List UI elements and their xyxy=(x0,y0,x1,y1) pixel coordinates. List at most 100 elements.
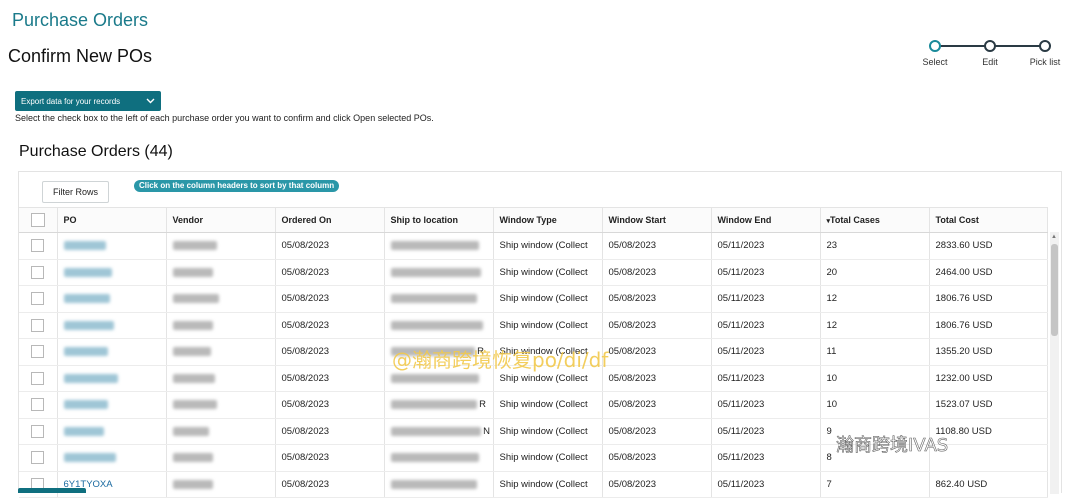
column-header-total-cost[interactable]: Total Cost xyxy=(929,207,1048,233)
redacted-vendor xyxy=(172,479,213,489)
po-cell xyxy=(57,232,167,260)
redacted-vendor xyxy=(172,320,213,330)
table-row: 05/08/2023 R Ship window (Collect 05/08/… xyxy=(19,391,1048,419)
filter-rows-button[interactable]: Filter Rows xyxy=(42,181,110,203)
redacted-vendor xyxy=(172,267,213,277)
window-start-cell: 05/08/2023 xyxy=(602,391,712,419)
row-select-cell xyxy=(19,418,58,445)
redacted-vendor xyxy=(172,373,215,383)
vendor-cell xyxy=(166,444,276,472)
step-dot-icon xyxy=(984,40,996,52)
scrollbar-thumb[interactable] xyxy=(1051,244,1058,336)
window-end-cell: 05/11/2023 xyxy=(711,365,821,392)
step-pick-list: Pick list xyxy=(1015,40,1075,67)
window-end-cell: 05/11/2023 xyxy=(711,444,821,472)
table-row: 6Y1TYOXA 05/08/2023 Ship window (Collect… xyxy=(19,471,1048,498)
column-header-po[interactable]: PO xyxy=(57,207,167,233)
vendor-cell xyxy=(166,285,276,313)
step-label: Pick list xyxy=(1029,57,1061,67)
window-start-cell: 05/08/2023 xyxy=(602,471,712,498)
total-cost-cell: 1806.76 USD xyxy=(929,285,1048,313)
ordered-on-cell: 05/08/2023 xyxy=(275,312,385,339)
redacted-vendor xyxy=(172,241,217,251)
step-dot-icon xyxy=(929,40,941,52)
window-start-cell: 05/08/2023 xyxy=(602,259,712,286)
section-title: Purchase Orders (44) xyxy=(19,143,173,160)
ship-to-cell xyxy=(384,444,494,472)
row-checkbox[interactable] xyxy=(31,451,45,465)
redacted-vendor xyxy=(172,400,217,410)
window-end-cell: 05/11/2023 xyxy=(711,338,821,366)
window-end-cell: 05/11/2023 xyxy=(711,471,821,498)
row-checkbox[interactable] xyxy=(31,398,45,412)
total-cases-cell: 12 xyxy=(820,312,930,339)
row-checkbox[interactable] xyxy=(31,265,45,279)
total-cost-cell: 2833.60 USD xyxy=(929,232,1048,260)
table-row: 05/08/2023 Ship window (Collect 05/08/20… xyxy=(19,259,1048,286)
action-button-partial[interactable] xyxy=(18,488,86,493)
window-end-cell: 05/11/2023 xyxy=(711,259,821,286)
po-cell xyxy=(57,338,167,366)
row-checkbox[interactable] xyxy=(31,318,45,332)
arrow-up-icon[interactable]: ▲ xyxy=(1051,234,1057,240)
window-start-cell: 05/08/2023 xyxy=(602,285,712,313)
step-label: Select xyxy=(922,57,948,67)
redacted-po xyxy=(63,400,108,410)
po-cell xyxy=(57,312,167,339)
row-checkbox[interactable] xyxy=(31,292,45,306)
window-type-cell: Ship window (Collect xyxy=(493,418,603,445)
vertical-scrollbar[interactable]: ▲ xyxy=(1050,232,1059,494)
redacted-vendor xyxy=(172,294,219,304)
ship-to-cell: N xyxy=(384,418,494,445)
column-header-total-cases[interactable]: ▾Total Cases xyxy=(820,207,930,233)
row-checkbox[interactable] xyxy=(31,371,45,385)
select-all-cell xyxy=(19,207,58,233)
redacted-vendor xyxy=(172,453,213,463)
vendor-cell xyxy=(166,259,276,286)
row-select-cell xyxy=(19,285,58,313)
total-cases-cell: 11 xyxy=(820,338,930,366)
row-checkbox[interactable] xyxy=(31,239,45,253)
ship-location-suffix: R xyxy=(479,399,487,411)
step-label: Edit xyxy=(982,57,998,67)
total-cases-cell: 10 xyxy=(820,365,930,392)
column-header-ship-to-location[interactable]: Ship to location xyxy=(384,207,494,233)
instructions-text: Select the check box to the left of each… xyxy=(15,113,434,123)
window-end-cell: 05/11/2023 xyxy=(711,418,821,445)
window-start-cell: 05/08/2023 xyxy=(602,418,712,445)
column-header-vendor[interactable]: Vendor xyxy=(166,207,276,233)
ship-to-cell xyxy=(384,232,494,260)
ship-to-cell xyxy=(384,471,494,498)
header-label: PO xyxy=(63,215,77,225)
total-cost-cell: 2464.00 USD xyxy=(929,259,1048,286)
total-cost-cell: 862.40 USD xyxy=(929,471,1048,498)
column-header-window-end[interactable]: Window End xyxy=(711,207,821,233)
header-label: Ordered On xyxy=(281,215,332,225)
po-cell xyxy=(57,444,167,472)
window-start-cell: 05/08/2023 xyxy=(602,338,712,366)
export-data-button[interactable]: Export data for your records xyxy=(15,91,161,111)
window-end-cell: 05/11/2023 xyxy=(711,391,821,419)
row-select-cell xyxy=(19,338,58,366)
page-title: Confirm New POs xyxy=(8,46,153,66)
window-type-cell: Ship window (Collect xyxy=(493,232,603,260)
window-start-cell: 05/08/2023 xyxy=(602,312,712,339)
select-all-checkbox[interactable] xyxy=(30,213,45,227)
ship-to-cell xyxy=(384,312,494,339)
watermark-text: @瀚商跨境恢复po/di/df xyxy=(392,348,609,372)
column-header-window-start[interactable]: Window Start xyxy=(602,207,712,233)
row-checkbox[interactable] xyxy=(31,345,45,359)
header-label: Window End xyxy=(717,215,772,225)
ordered-on-cell: 05/08/2023 xyxy=(275,365,385,392)
row-checkbox[interactable] xyxy=(31,424,45,438)
header-label: Window Start xyxy=(608,215,666,225)
row-select-cell xyxy=(19,365,58,392)
column-header-ordered-on[interactable]: Ordered On xyxy=(275,207,385,233)
column-header-window-type[interactable]: Window Type xyxy=(493,207,603,233)
redacted-po xyxy=(63,294,110,304)
total-cases-cell: 7 xyxy=(820,471,930,498)
step-edit: Edit xyxy=(960,40,1020,67)
ordered-on-cell: 05/08/2023 xyxy=(275,259,385,286)
window-type-cell: Ship window (Collect xyxy=(493,471,603,498)
row-select-cell xyxy=(19,444,58,472)
